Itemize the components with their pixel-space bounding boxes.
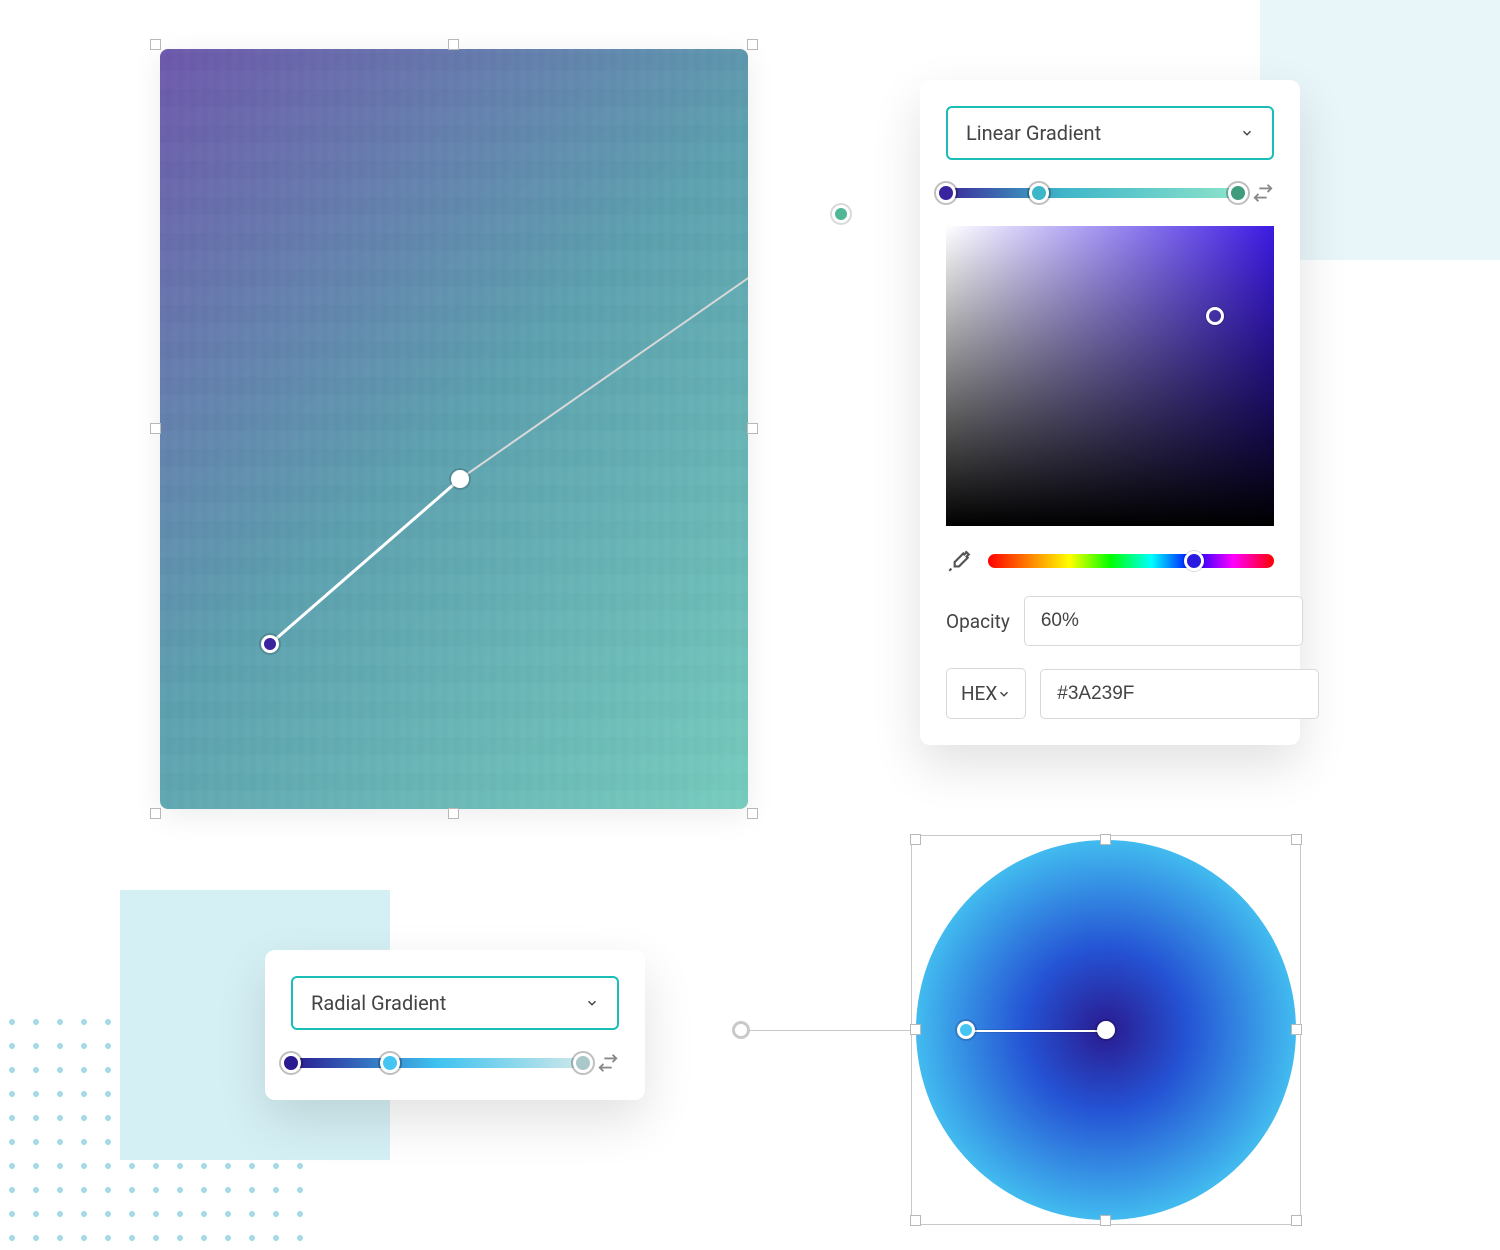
gradient-stop-r2[interactable] [380,1053,400,1073]
resize-handle-sw[interactable] [150,808,161,819]
gradient-outer-pin[interactable] [732,1021,750,1039]
gradient-mid-pin[interactable] [451,470,469,488]
resize-handle-e[interactable] [747,423,758,434]
gradient-direction-line [160,49,748,809]
gradient-type-label-radial: Radial Gradient [311,991,446,1015]
gradient-stop-2[interactable] [1029,183,1049,203]
gradient-type-dropdown[interactable]: Linear Gradient [946,106,1274,160]
hex-input[interactable] [1040,669,1319,719]
color-format-label: HEX [961,682,997,705]
resize-handle-e[interactable] [1291,1024,1302,1035]
resize-handle-ne[interactable] [747,39,758,50]
hue-cursor[interactable] [1184,551,1204,571]
resize-handle-w[interactable] [910,1024,921,1035]
gradient-end-pin[interactable] [832,205,850,223]
hue-slider[interactable] [988,554,1274,568]
gradient-stop-1[interactable] [936,183,956,203]
radial-edge-pin[interactable] [957,1021,975,1039]
gradient-start-pin[interactable] [261,635,279,653]
canvas-linear-image[interactable] [160,49,748,809]
resize-handle-ne[interactable] [1291,834,1302,845]
opacity-label: Opacity [946,610,1010,633]
resize-handle-s[interactable] [448,808,459,819]
sv-cursor[interactable] [1206,307,1224,325]
gradient-type-label: Linear Gradient [966,121,1101,145]
chevron-down-icon [585,996,599,1010]
resize-handle-nw[interactable] [910,834,921,845]
resize-handle-sw[interactable] [910,1215,921,1226]
color-picker-radial: Radial Gradient [265,950,645,1100]
gradient-stops-bar-radial[interactable] [291,1058,583,1068]
radial-center-pin[interactable] [1097,1021,1115,1039]
resize-handle-se[interactable] [747,808,758,819]
chevron-down-icon [997,687,1011,701]
eyedropper-icon[interactable] [946,548,972,574]
gradient-stop-r3[interactable] [573,1053,593,1073]
gradient-stop-r1[interactable] [281,1053,301,1073]
swap-direction-icon[interactable] [597,1052,619,1074]
resize-handle-se[interactable] [1291,1215,1302,1226]
connector-line [740,1030,925,1031]
color-format-select[interactable]: HEX [946,668,1026,719]
chevron-down-icon [1240,126,1254,140]
resize-handle-n[interactable] [1100,834,1111,845]
color-picker-linear: Linear Gradient Opacity HEX [920,80,1300,745]
saturation-value-field[interactable] [946,226,1274,526]
gradient-type-dropdown-radial[interactable]: Radial Gradient [291,976,619,1030]
canvas-radial-circle[interactable] [916,840,1296,1220]
radial-radius-line [966,1030,1106,1032]
gradient-stops-bar[interactable] [946,188,1238,198]
swap-direction-icon[interactable] [1252,182,1274,204]
opacity-input[interactable] [1024,596,1303,646]
gradient-stop-3[interactable] [1228,183,1248,203]
resize-handle-s[interactable] [1100,1215,1111,1226]
